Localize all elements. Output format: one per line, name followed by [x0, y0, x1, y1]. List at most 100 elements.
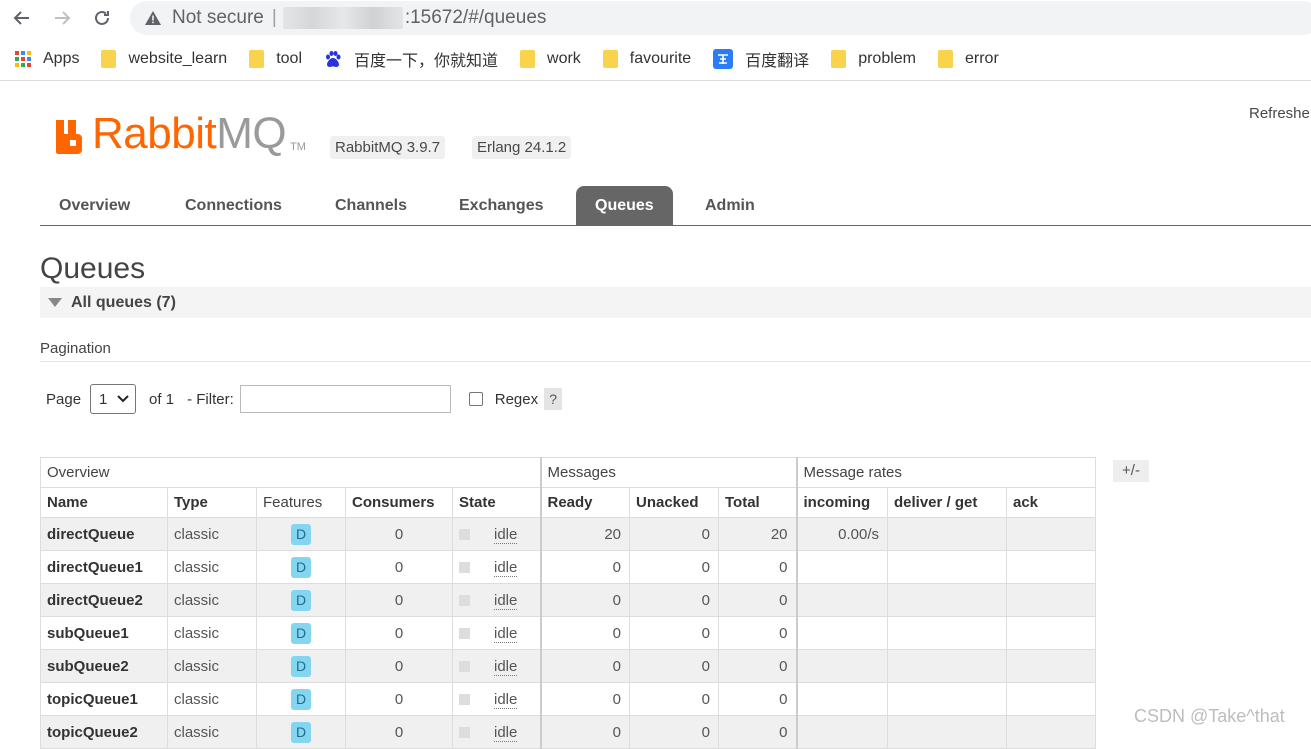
back-button[interactable]: [7, 4, 37, 32]
column-header-ack[interactable]: ack: [1006, 487, 1096, 518]
consumers-count: 0: [345, 715, 453, 749]
bookmark-label: favourite: [629, 50, 692, 67]
table-row[interactable]: topicQueue2 classic D 0 idle 0 0 0: [40, 715, 1096, 749]
ack-rate: [1006, 616, 1096, 650]
page-select[interactable]: 1: [90, 384, 137, 414]
tab-channels[interactable]: Channels: [316, 186, 426, 225]
column-header-state[interactable]: State: [452, 487, 541, 518]
ready-count: 0: [539, 715, 630, 749]
deliver-get-rate: [887, 583, 1007, 617]
unacked-count: 0: [629, 649, 719, 683]
consumers-count: 0: [345, 550, 453, 584]
column-header-ready[interactable]: Ready: [539, 487, 630, 518]
ack-rate: [1006, 550, 1096, 584]
reload-button[interactable]: [87, 4, 117, 32]
table-row[interactable]: subQueue1 classic D 0 idle 0 0 0: [40, 616, 1096, 650]
browser-toolbar: Not secure | :15672/#/queues: [0, 0, 1311, 36]
address-bar[interactable]: Not secure | :15672/#/queues: [130, 1, 1311, 35]
queue-name-link[interactable]: directQueue1: [40, 550, 168, 584]
group-header-messages: Messages: [539, 457, 797, 488]
bookmark-problem[interactable]: problem: [831, 50, 916, 68]
warning-triangle-icon[interactable]: [144, 10, 162, 26]
column-header-name[interactable]: Name: [40, 487, 168, 518]
table-row[interactable]: subQueue2 classic D 0 idle 0 0 0: [40, 649, 1096, 683]
incoming-rate: 0.00/s: [795, 517, 888, 551]
bookmarks-bar: Apps website_learn tool 百度一下，你就知道 work f…: [0, 41, 1311, 77]
table-row[interactable]: topicQueue1 classic D 0 idle 0 0 0: [40, 682, 1096, 716]
ready-count: 0: [539, 682, 630, 716]
bookmark-error[interactable]: error: [938, 50, 999, 68]
state-cell: idle: [452, 616, 541, 650]
queue-type: classic: [167, 517, 257, 551]
page-label: Page: [46, 390, 82, 408]
column-header-unacked[interactable]: Unacked: [629, 487, 719, 518]
filter-input[interactable]: [239, 385, 451, 413]
regex-help-button[interactable]: ?: [544, 388, 563, 410]
state-cell: idle: [452, 682, 541, 716]
regex-checkbox[interactable]: [468, 392, 483, 406]
bookmark-tool[interactable]: tool: [249, 50, 302, 68]
features-cell: D: [256, 583, 346, 617]
main-nav-tabs: Overview Connections Channels Exchanges …: [40, 186, 1311, 226]
queue-name-link[interactable]: directQueue2: [40, 583, 168, 617]
state-cell: idle: [452, 715, 541, 749]
column-header-incoming[interactable]: incoming: [795, 487, 888, 518]
total-count: 0: [718, 550, 797, 584]
deliver-get-rate: [887, 616, 1007, 650]
bookmark-website-learn[interactable]: website_learn: [101, 50, 227, 68]
queue-name-link[interactable]: topicQueue1: [40, 682, 168, 716]
durable-badge: D: [291, 589, 311, 611]
state-label: idle: [494, 525, 518, 544]
page-select-value: 1: [99, 390, 108, 408]
tab-exchanges[interactable]: Exchanges: [440, 186, 562, 225]
queue-name-link[interactable]: subQueue1: [40, 616, 168, 650]
tab-overview[interactable]: Overview: [40, 186, 149, 225]
total-count: 0: [718, 649, 797, 683]
tab-queues[interactable]: Queues: [576, 186, 673, 225]
features-cell: D: [256, 616, 346, 650]
table-row[interactable]: directQueue2 classic D 0 idle 0 0 0: [40, 583, 1096, 617]
bookmark-label: tool: [276, 50, 302, 67]
bookmark-favourite[interactable]: favourite: [602, 50, 692, 68]
rabbitmq-logo[interactable]: RabbitMQ TM: [54, 112, 306, 156]
tab-connections[interactable]: Connections: [166, 186, 301, 225]
tab-admin[interactable]: Admin: [686, 186, 774, 225]
consumers-count: 0: [345, 649, 453, 683]
security-status[interactable]: Not secure: [172, 7, 264, 29]
state-cell: idle: [452, 649, 541, 683]
table-row[interactable]: directQueue classic D 0 idle 20 0 20 0.0…: [40, 517, 1096, 551]
column-header-type[interactable]: Type: [167, 487, 257, 518]
forward-button[interactable]: [47, 4, 77, 32]
unacked-count: 0: [629, 715, 719, 749]
bookmark-apps[interactable]: Apps: [15, 50, 79, 68]
url-text[interactable]: :15672/#/queues: [405, 7, 547, 29]
collapse-triangle-icon: [48, 298, 62, 307]
table-row[interactable]: directQueue1 classic D 0 idle 0 0 0: [40, 550, 1096, 584]
features-cell: D: [256, 715, 346, 749]
queue-name-link[interactable]: topicQueue2: [40, 715, 168, 749]
bookmark-baidu[interactable]: 百度一下，你就知道: [324, 47, 498, 71]
column-header-deliver-get[interactable]: deliver / get: [887, 487, 1007, 518]
bookmark-work[interactable]: work: [520, 50, 581, 68]
column-header-consumers[interactable]: Consumers: [345, 487, 453, 518]
chrome-divider: [0, 80, 1311, 81]
unacked-count: 0: [629, 682, 719, 716]
ready-count: 0: [539, 583, 630, 617]
all-queues-section-toggle[interactable]: All queues (7): [40, 287, 1311, 318]
bookmark-baidu-translate[interactable]: 百度翻译: [713, 47, 809, 71]
refresh-status[interactable]: Refreshe: [1249, 105, 1310, 122]
bookmark-label: 百度翻译: [745, 53, 810, 70]
ack-rate: [1006, 649, 1096, 683]
state-indicator-icon: [459, 529, 470, 541]
column-header-total[interactable]: Total: [718, 487, 797, 518]
unacked-count: 0: [629, 517, 719, 551]
toggle-columns-button[interactable]: +/-: [1113, 460, 1149, 482]
queue-name-link[interactable]: subQueue2: [40, 649, 168, 683]
pagination-title: Pagination: [40, 340, 111, 357]
incoming-rate: [795, 649, 888, 683]
queue-name-link[interactable]: directQueue: [40, 517, 168, 551]
chevron-down-icon: [117, 395, 129, 403]
erlang-version: Erlang 24.1.2: [472, 136, 572, 159]
folder-icon: [938, 50, 953, 68]
state-cell: idle: [452, 517, 541, 551]
